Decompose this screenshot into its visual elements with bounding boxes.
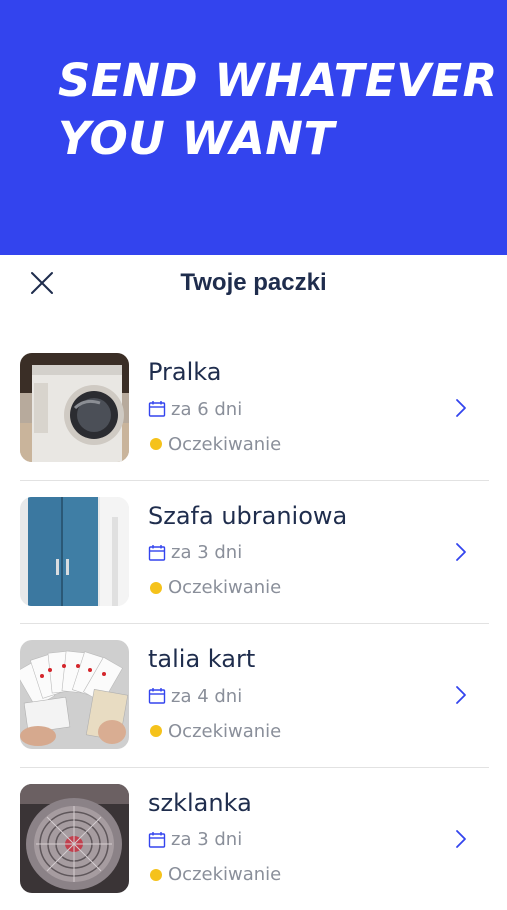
package-date: za 4 dni (148, 685, 242, 707)
package-name: szklanka (148, 789, 252, 817)
hero-title: SEND WHATEVER YOU WANT (58, 52, 498, 168)
package-date: za 3 dni (148, 542, 242, 564)
package-item-pralka[interactable]: Pralka za 6 dni Oczekiwanie (0, 336, 507, 480)
hero-banner: SEND WHATEVER YOU WANT (0, 0, 507, 255)
package-list: Pralka za 6 dni Oczekiwanie (0, 336, 507, 910)
package-date: za 6 dni (148, 398, 242, 420)
chevron-right-icon (452, 682, 470, 708)
status-dot-icon (150, 582, 162, 594)
package-name: Szafa ubraniowa (148, 502, 347, 530)
package-item-szklanka[interactable]: szklanka za 3 dni Oczekiwanie (0, 767, 507, 910)
page-title: Twoje paczki (0, 269, 507, 297)
package-status: Oczekiwanie (148, 433, 281, 455)
package-name: Pralka (148, 358, 221, 386)
calendar-icon (148, 687, 166, 705)
package-status-text: Oczekiwanie (168, 577, 281, 598)
status-dot-icon (150, 725, 162, 737)
calendar-icon (148, 544, 166, 562)
status-dot-icon (150, 438, 162, 450)
package-date-text: za 6 dni (171, 399, 242, 420)
package-thumbnail (20, 640, 129, 749)
package-thumbnail (20, 353, 129, 462)
package-item-szafa-ubraniowa[interactable]: Szafa ubraniowa za 3 dni Oczekiwanie (0, 480, 507, 624)
chevron-right-icon (452, 539, 470, 565)
package-date-text: za 4 dni (171, 686, 242, 707)
package-date-text: za 3 dni (171, 829, 242, 850)
package-status: Oczekiwanie (148, 577, 281, 599)
calendar-icon (148, 831, 166, 849)
calendar-icon (148, 400, 166, 418)
chevron-right-icon (452, 826, 470, 852)
hero-title-line-1: SEND WHATEVER (58, 52, 498, 110)
package-status-text: Oczekiwanie (168, 721, 281, 742)
modal-header: Twoje paczki (0, 255, 507, 325)
package-status: Oczekiwanie (148, 864, 281, 886)
package-thumbnail (20, 784, 129, 893)
package-date: za 3 dni (148, 829, 242, 851)
package-thumbnail (20, 497, 129, 606)
package-item-talia-kart[interactable]: talia kart za 4 dni Oczekiwanie (0, 623, 507, 767)
chevron-right-icon (452, 395, 470, 421)
status-dot-icon (150, 869, 162, 881)
package-name: talia kart (148, 645, 255, 673)
package-date-text: za 3 dni (171, 542, 242, 563)
package-status: Oczekiwanie (148, 720, 281, 742)
hero-title-line-2: YOU WANT (58, 110, 498, 168)
package-status-text: Oczekiwanie (168, 434, 281, 455)
package-status-text: Oczekiwanie (168, 864, 281, 885)
